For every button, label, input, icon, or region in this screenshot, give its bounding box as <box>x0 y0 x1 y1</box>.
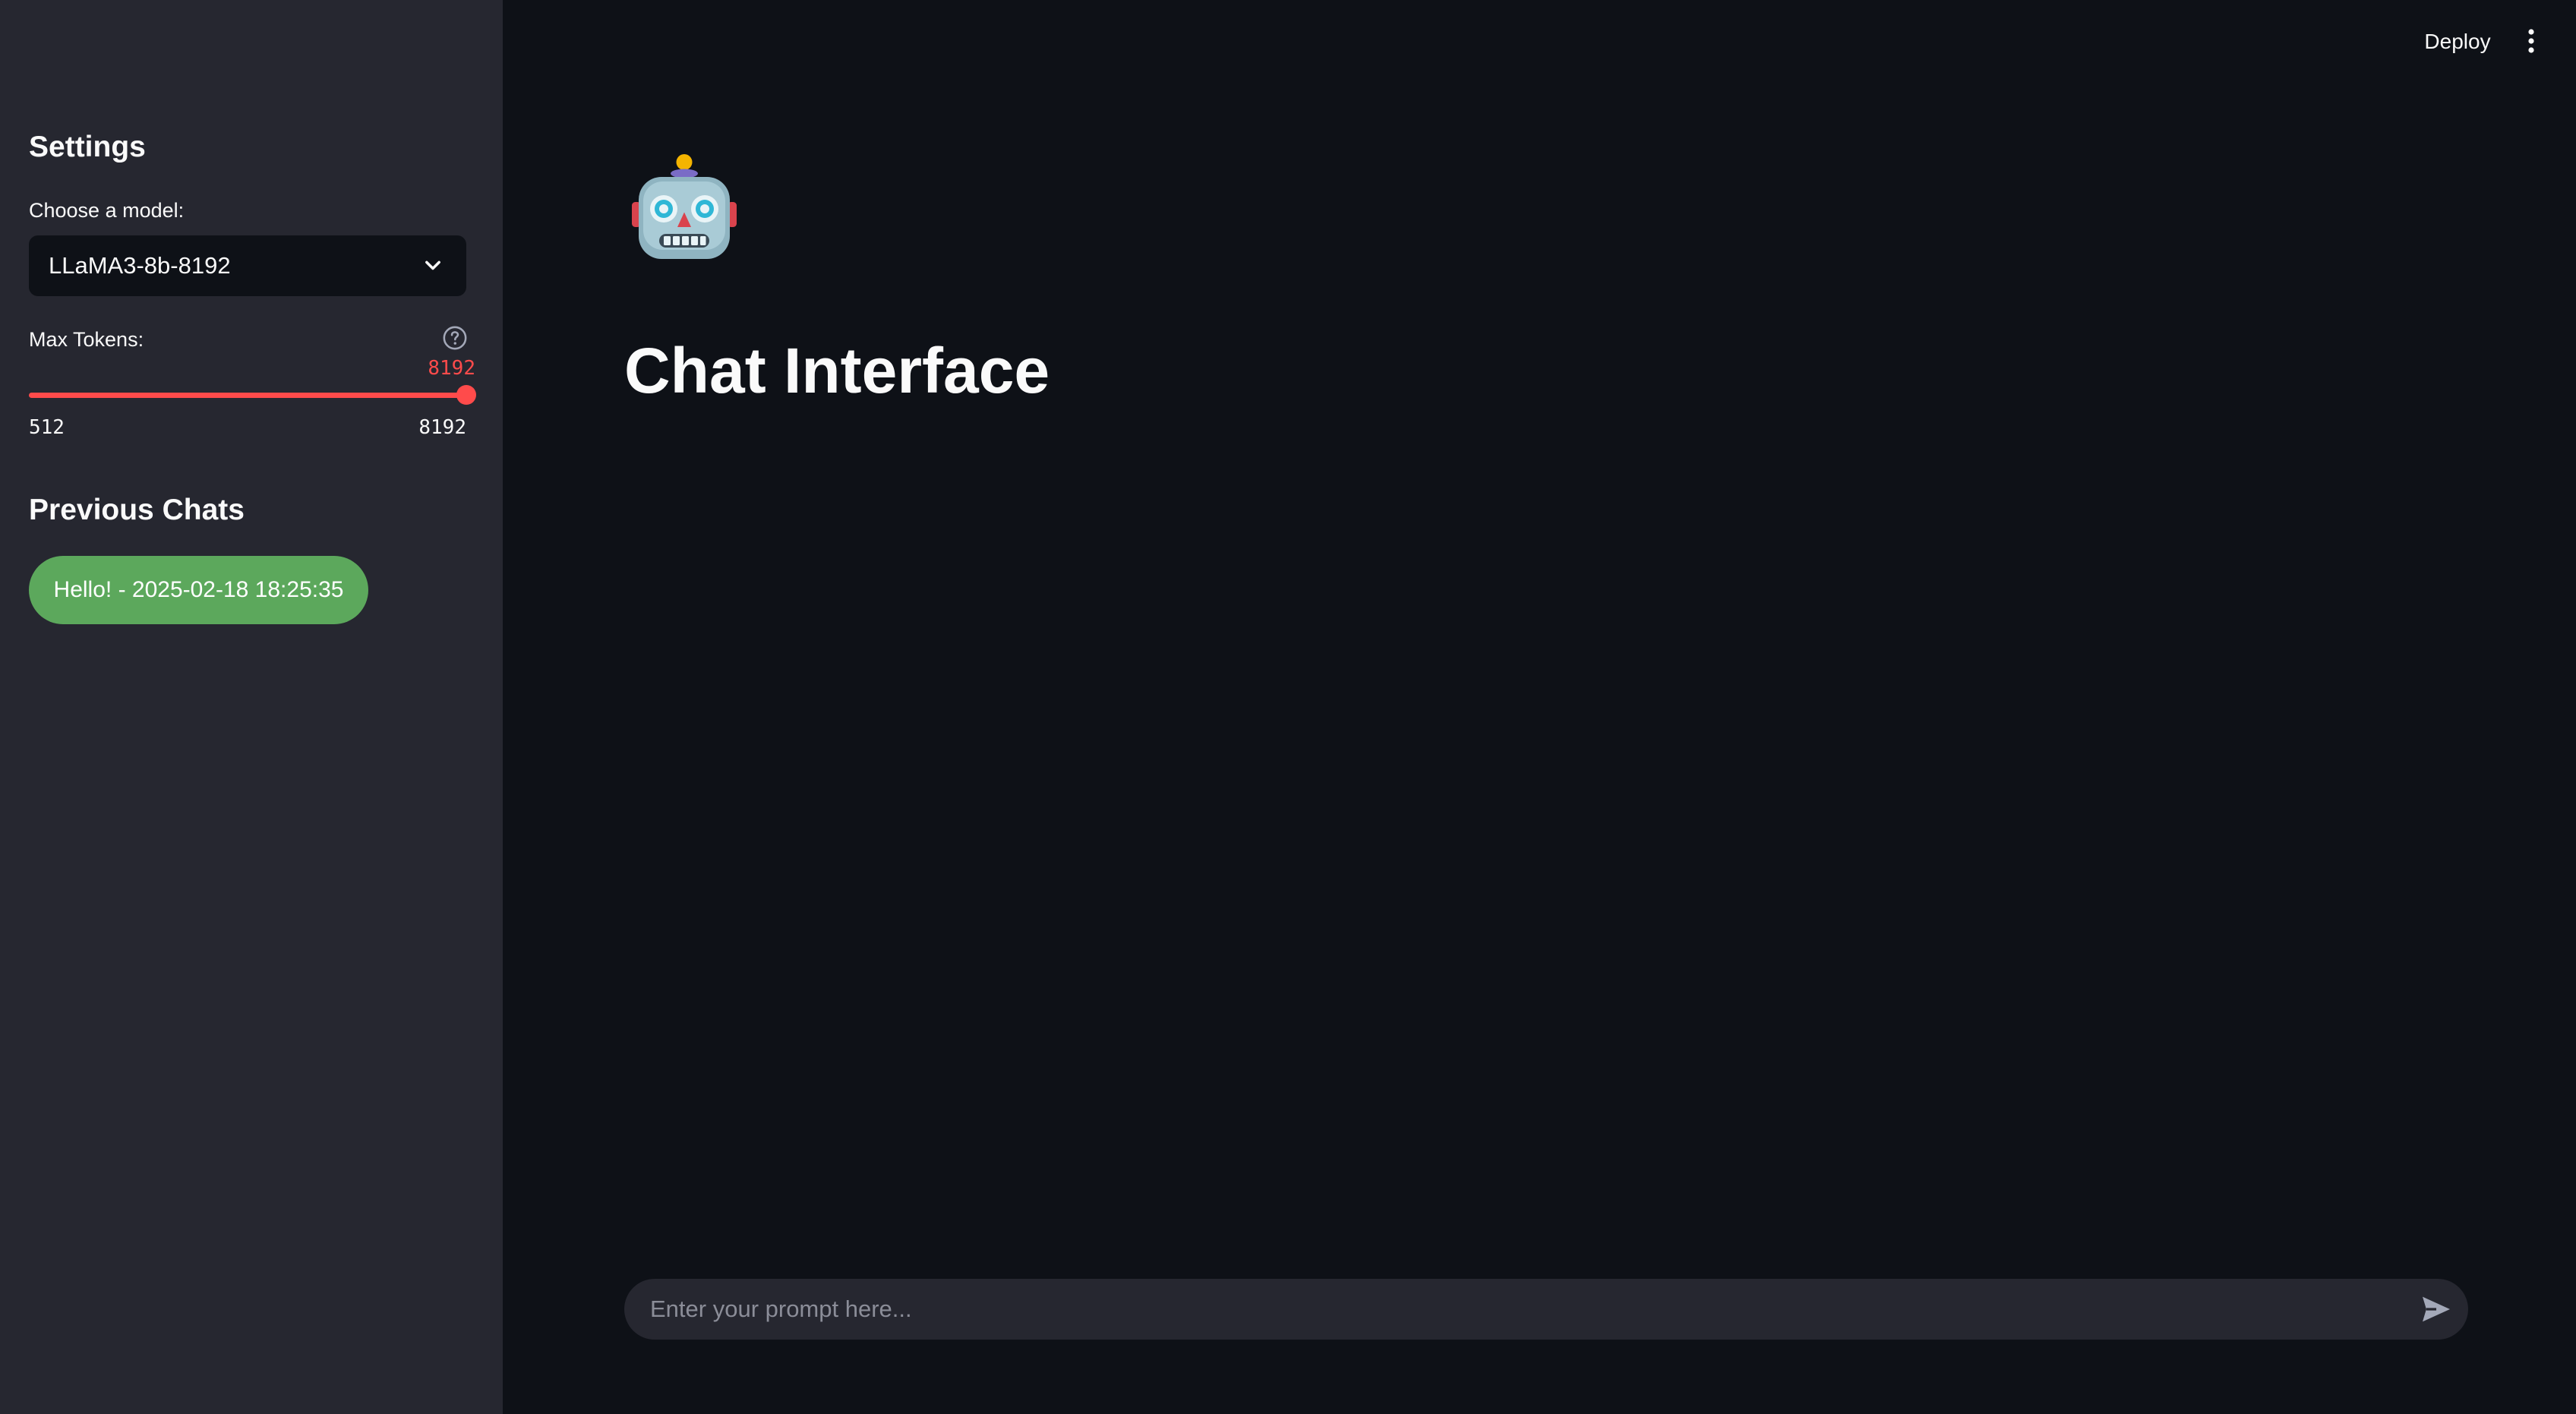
settings-heading: Settings <box>29 131 146 163</box>
robot-icon <box>632 154 737 259</box>
model-select-value: LLaMA3-8b-8192 <box>49 252 231 279</box>
previous-chat-button[interactable]: Hello! - 2025-02-18 18:25:35 <box>29 556 368 624</box>
max-tokens-label: Max Tokens: <box>29 328 144 351</box>
app-window: Settings Choose a model: LLaMA3-8b-8192 … <box>0 0 2576 1414</box>
max-tokens-slider-thumb[interactable] <box>456 385 476 405</box>
page-title: Chat Interface <box>624 335 1050 406</box>
chevron-down-icon <box>425 260 440 270</box>
slider-current-value: 8192 <box>428 357 475 380</box>
max-tokens-slider-track[interactable] <box>29 393 466 398</box>
previous-chats-heading: Previous Chats <box>29 494 245 526</box>
chat-input-bar <box>624 1279 2468 1340</box>
deploy-button[interactable]: Deploy <box>2415 23 2500 61</box>
sidebar: Settings Choose a model: LLaMA3-8b-8192 … <box>0 0 503 1414</box>
slider-max-label: 8192 <box>418 416 466 439</box>
prompt-input[interactable] <box>650 1279 2397 1340</box>
kebab-menu-icon[interactable] <box>2520 26 2543 56</box>
slider-min-label: 512 <box>29 416 65 439</box>
model-select[interactable]: LLaMA3-8b-8192 <box>29 235 466 296</box>
question-circle-icon[interactable] <box>442 325 468 351</box>
send-icon[interactable] <box>2421 1296 2451 1323</box>
model-select-label: Choose a model: <box>29 199 185 222</box>
